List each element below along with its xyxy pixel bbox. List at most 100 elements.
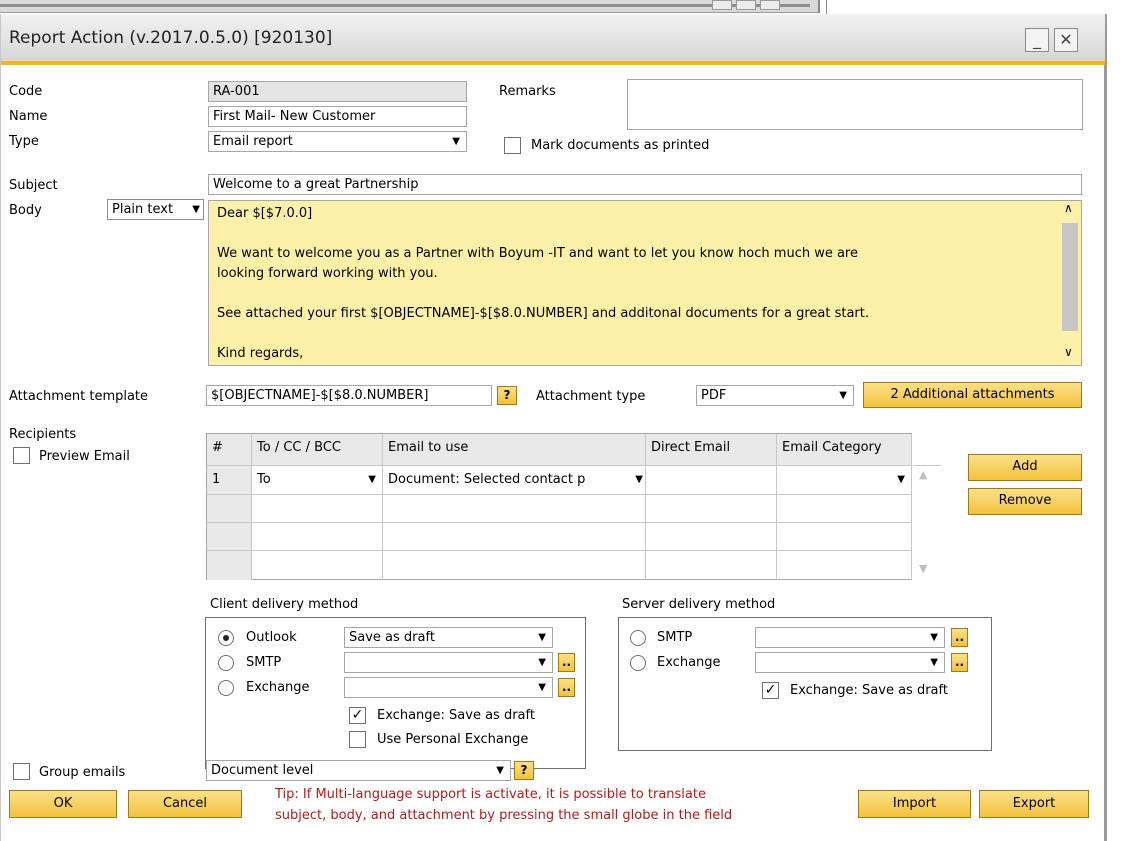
cancel-button[interactable]: Cancel: [128, 790, 242, 818]
server-exchange-dropdown[interactable]: ▼: [755, 652, 945, 673]
smtp-radio[interactable]: [218, 655, 234, 671]
exchange-label: Exchange: [246, 680, 310, 695]
smtp-account-dropdown[interactable]: ▼: [344, 652, 553, 673]
row-number[interactable]: [207, 551, 252, 580]
recipients-table: # To / CC / BCC Email to use Direct Emai…: [206, 433, 912, 580]
chevron-down-icon: ▼: [930, 657, 938, 668]
to-cc-bcc-cell[interactable]: To ▼: [252, 466, 383, 495]
name-field[interactable]: First Mail- New Customer: [208, 106, 467, 127]
remarks-field[interactable]: [627, 79, 1083, 130]
attachment-type-dropdown[interactable]: PDF ▼: [696, 385, 854, 406]
table-scrollbar[interactable]: ▲ ▼: [913, 465, 941, 580]
body-editor[interactable]: Dear $[$7.0.0] We want to welcome you as…: [208, 200, 1082, 366]
column-header[interactable]: To / CC / BCC: [252, 434, 383, 466]
to-cc-bcc-value: To: [257, 472, 271, 487]
outlook-mode-value: Save as draft: [349, 630, 435, 645]
attachment-template-field[interactable]: $[OBJECTNAME]-$[$8.0.NUMBER]: [206, 385, 492, 406]
exchange-account-dropdown[interactable]: ▼: [344, 677, 553, 698]
report-action-dialog: Report Action (v.2017.0.5.0) [920130] _ …: [0, 14, 1107, 841]
chevron-down-icon: ▼: [452, 136, 460, 147]
mark-printed-checkbox[interactable]: [504, 137, 521, 154]
server-exchange-radio[interactable]: [630, 655, 646, 671]
minimize-icon[interactable]: _: [1025, 28, 1049, 52]
help-icon[interactable]: ?: [497, 386, 517, 405]
to-cc-bcc-cell[interactable]: [252, 495, 383, 523]
group-emails-checkbox[interactable]: [13, 763, 30, 780]
scroll-up-icon[interactable]: ▲: [919, 468, 927, 481]
client-delivery-title: Client delivery method: [210, 597, 359, 612]
chevron-down-icon: ▼: [930, 632, 938, 643]
chevron-down-icon: ▼: [538, 657, 546, 668]
email-category-cell[interactable]: [777, 551, 912, 580]
row-number[interactable]: [207, 523, 252, 551]
column-header[interactable]: Email Category: [777, 434, 912, 466]
remove-recipient-button[interactable]: Remove: [968, 488, 1082, 515]
direct-email-cell[interactable]: [646, 466, 777, 495]
body-label: Body: [9, 203, 42, 218]
scroll-thumb[interactable]: [1062, 223, 1078, 331]
group-level-dropdown[interactable]: Document level ▼: [206, 760, 511, 781]
preview-email-label: Preview Email: [39, 449, 130, 464]
email-to-use-cell[interactable]: [383, 495, 646, 523]
background-window-scrollbar: [0, 4, 810, 7]
add-recipient-button[interactable]: Add: [968, 454, 1082, 481]
email-category-cell[interactable]: [777, 523, 912, 551]
email-to-use-cell[interactable]: Document: Selected contact p ▼: [383, 466, 646, 495]
scroll-up-icon[interactable]: ∧: [1064, 201, 1073, 215]
client-exchange-draft-checkbox[interactable]: ✓: [349, 707, 366, 724]
server-smtp-radio[interactable]: [630, 630, 646, 646]
import-button[interactable]: Import: [858, 790, 971, 818]
help-icon[interactable]: ?: [514, 761, 534, 780]
preview-email-checkbox[interactable]: [13, 447, 30, 464]
exchange-browse-button[interactable]: ..: [558, 678, 575, 697]
to-cc-bcc-cell[interactable]: [252, 523, 383, 551]
row-number[interactable]: [207, 495, 252, 523]
type-dropdown[interactable]: Email report ▼: [208, 131, 467, 152]
subject-field[interactable]: Welcome to a great Partnership: [208, 174, 1082, 195]
column-header[interactable]: Email to use: [383, 434, 646, 466]
row-number[interactable]: 1: [207, 466, 252, 495]
exchange-radio[interactable]: [218, 680, 234, 696]
column-header[interactable]: #: [207, 434, 252, 466]
outlook-mode-dropdown[interactable]: Save as draft ▼: [344, 627, 553, 648]
title-bar[interactable]: Report Action (v.2017.0.5.0) [920130] _ …: [1, 14, 1105, 65]
client-exchange-draft-label: Exchange: Save as draft: [377, 708, 535, 723]
scroll-down-icon[interactable]: ▼: [919, 562, 927, 575]
background-window: [0, 0, 1133, 14]
name-label: Name: [9, 109, 48, 124]
close-icon[interactable]: ✕: [1054, 28, 1078, 52]
email-to-use-cell[interactable]: [383, 523, 646, 551]
background-window-button: [712, 0, 732, 10]
chevron-down-icon: ▼: [368, 474, 376, 485]
body-scrollbar[interactable]: ∧ ∨: [1059, 201, 1081, 365]
ok-button[interactable]: OK: [9, 790, 117, 818]
scroll-down-icon[interactable]: ∨: [1064, 345, 1073, 359]
chevron-down-icon: ▼: [635, 474, 643, 485]
email-category-cell[interactable]: [777, 495, 912, 523]
chevron-down-icon: ▼: [839, 390, 847, 401]
column-header[interactable]: Direct Email: [646, 434, 777, 466]
additional-attachments-button[interactable]: 2 Additional attachments: [863, 382, 1082, 408]
server-exchange-browse-button[interactable]: ..: [951, 653, 968, 672]
smtp-browse-button[interactable]: ..: [558, 653, 575, 672]
server-exchange-draft-checkbox[interactable]: ✓: [762, 682, 779, 699]
body-format-dropdown[interactable]: Plain text ▼: [107, 199, 204, 220]
check-icon: ✓: [351, 707, 364, 723]
export-button[interactable]: Export: [979, 790, 1089, 818]
direct-email-cell[interactable]: [646, 495, 777, 523]
personal-exchange-checkbox[interactable]: [349, 731, 366, 748]
server-smtp-browse-button[interactable]: ..: [951, 628, 968, 647]
server-smtp-dropdown[interactable]: ▼: [755, 627, 945, 648]
server-exchange-label: Exchange: [657, 655, 721, 670]
to-cc-bcc-cell[interactable]: [252, 551, 383, 580]
body-format-value: Plain text: [112, 202, 174, 217]
radio-selected-dot: [223, 635, 229, 641]
tip-line: subject, body, and attachment by pressin…: [275, 808, 733, 823]
email-to-use-cell[interactable]: [383, 551, 646, 580]
check-icon: ✓: [764, 682, 777, 698]
direct-email-cell[interactable]: [646, 523, 777, 551]
outlook-radio[interactable]: [218, 630, 234, 646]
direct-email-cell[interactable]: [646, 551, 777, 580]
email-category-cell[interactable]: ▼: [777, 466, 912, 495]
server-delivery-title: Server delivery method: [622, 597, 776, 612]
